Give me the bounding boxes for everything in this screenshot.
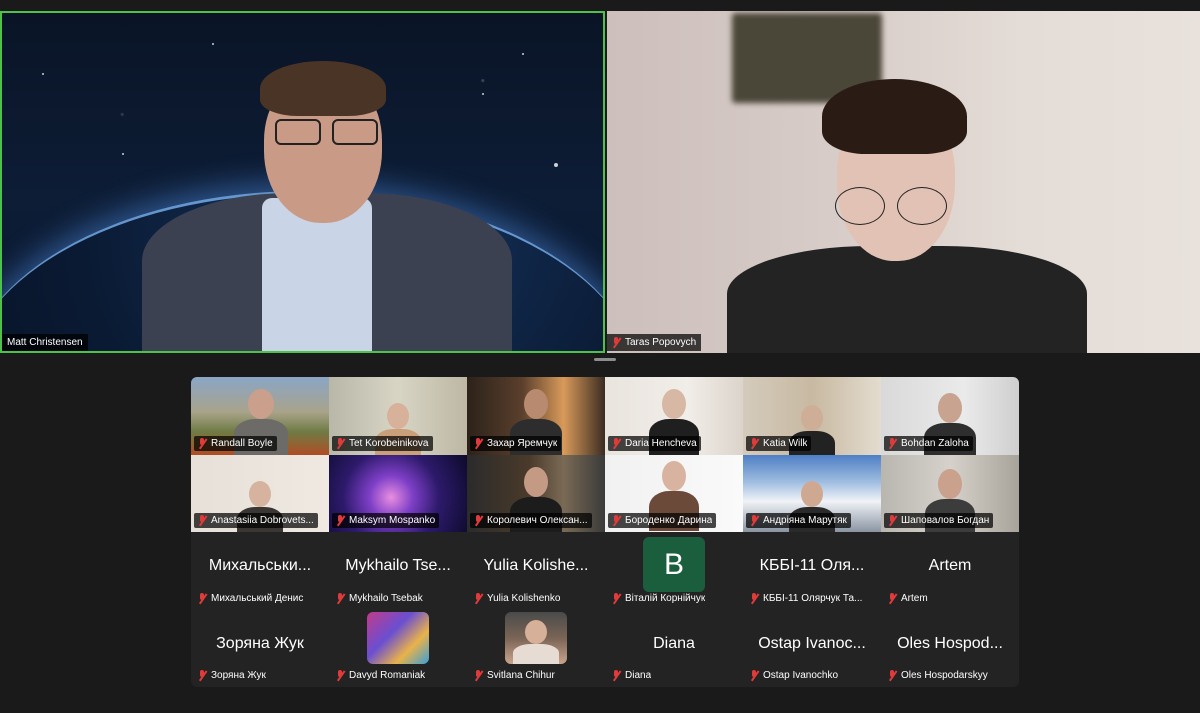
participant-name-tag: Yulia Kolishenko	[470, 591, 564, 606]
mic-muted-icon	[474, 515, 483, 526]
mic-muted-icon	[612, 592, 621, 604]
speaker-tile-active[interactable]: Matt Christensen	[0, 11, 605, 353]
participant-tile[interactable]: Зоряна Жук Зоряна Жук	[191, 609, 329, 687]
mic-muted-icon	[888, 670, 897, 681]
mic-muted-icon	[612, 670, 621, 681]
participant-name-tag: Михальський Денис	[194, 591, 307, 606]
participant-tile[interactable]: Ostap Ivanoc... Ostap Ivanochko	[743, 609, 881, 687]
participant-name-tag: Захар Яремчук	[470, 435, 562, 451]
mic-muted-icon	[750, 670, 759, 681]
participant-name-tag: Anastasiia Dobrovets...	[194, 513, 318, 528]
participant-name-tag: Bohdan Zaloha	[884, 435, 973, 451]
participant-name-tag: Daria Hencheva	[608, 435, 701, 451]
mic-muted-icon	[336, 592, 345, 604]
participant-name-tag: Randall Boyle	[194, 435, 277, 451]
speaker-video-person	[142, 53, 522, 351]
participant-name-tag: КББІ-11 Олярчук Та...	[746, 591, 866, 606]
participant-tile[interactable]: Randall Boyle	[191, 377, 329, 455]
mic-muted-icon	[474, 592, 483, 604]
participant-tile[interactable]: Daria Hencheva	[605, 377, 743, 455]
mic-muted-icon	[336, 437, 345, 449]
participant-name-tag: Davyd Romaniak	[332, 668, 429, 683]
participant-tile[interactable]: Андріяна Марутяк	[743, 454, 881, 532]
participant-tile[interactable]: Artem Artem	[881, 532, 1019, 610]
participant-tile[interactable]: Anastasiia Dobrovets...	[191, 454, 329, 532]
avatar-image	[367, 611, 429, 664]
mic-muted-icon	[888, 437, 897, 449]
speaker-video-person	[727, 71, 1087, 353]
participant-tile[interactable]: Svitlana Chihur	[467, 609, 605, 687]
participant-display-name: Ostap Ivanoc...	[758, 634, 866, 652]
mic-muted-icon	[474, 437, 483, 449]
speaker-view: Matt Christensen Taras Popovych	[0, 11, 1200, 353]
participant-tile[interactable]: Михальськи... Михальський Денис	[191, 532, 329, 610]
resize-handle[interactable]	[594, 358, 616, 361]
participant-tile[interactable]: Шаповалов Богдан	[881, 454, 1019, 532]
participant-tile[interactable]: Bohdan Zaloha	[881, 377, 1019, 455]
participant-name-tag: Андріяна Марутяк	[746, 513, 851, 528]
participant-name-tag: Зоряна Жук	[194, 668, 270, 683]
participant-name-tag: Ostap Ivanochko	[746, 668, 842, 683]
participant-tile[interactable]: Tet Korobeinikova	[329, 377, 467, 455]
participant-display-name: КББІ-11 Оля...	[759, 557, 865, 574]
participant-tile[interactable]: Katia Wilk	[743, 377, 881, 455]
participant-name-tag: Diana	[608, 668, 655, 683]
participant-tile[interactable]: Diana Diana	[605, 609, 743, 687]
participant-tile[interactable]: B Віталій Корнійчук	[605, 532, 743, 610]
participant-display-name: Oles Hospod...	[897, 634, 1003, 652]
participant-name-tag: Mykhailo Tsebak	[332, 591, 427, 606]
mic-muted-icon	[888, 592, 897, 604]
participant-display-name: Artem	[928, 557, 972, 574]
participant-tile[interactable]: Mykhailo Tse... Mykhailo Tsebak	[329, 532, 467, 610]
participant-name-tag: Katia Wilk	[746, 435, 812, 451]
mic-muted-icon	[612, 515, 621, 526]
mic-muted-icon	[612, 337, 621, 348]
participant-name-tag: Бороденко Дарина	[608, 513, 717, 528]
participant-display-name: Mykhailo Tse...	[345, 557, 451, 574]
participant-tile[interactable]: Oles Hospod... Oles Hospodarskyy	[881, 609, 1019, 687]
avatar-initial: B	[643, 537, 705, 592]
participant-display-name: Diana	[653, 634, 695, 652]
participant-name-tag: Svitlana Chihur	[470, 668, 559, 683]
avatar-image	[505, 611, 567, 664]
participant-tile[interactable]: Бороденко Дарина	[605, 454, 743, 532]
participant-name-tag: Maksym Mospanko	[332, 513, 440, 528]
participant-tile[interactable]: Захар Яремчук	[467, 377, 605, 455]
mic-muted-icon	[750, 437, 759, 449]
participant-name-tag: Artem	[884, 591, 932, 606]
mic-muted-icon	[198, 592, 207, 604]
participant-display-name: Yulia Kolishe...	[483, 557, 589, 574]
gallery-grid: Randall Boyle Tet Korobeinikova Захар Яр…	[191, 377, 1019, 687]
mic-muted-icon	[888, 515, 897, 526]
participant-tile[interactable]: Davyd Romaniak	[329, 609, 467, 687]
mic-muted-icon	[612, 437, 621, 449]
mic-muted-icon	[336, 670, 345, 681]
speaker-tile[interactable]: Taras Popovych	[607, 11, 1200, 353]
mic-muted-icon	[750, 515, 759, 526]
speaker-name-tag: Matt Christensen	[2, 334, 88, 351]
participant-name-tag: Oles Hospodarskyy	[884, 668, 992, 683]
participant-display-name: Михальськи...	[208, 557, 312, 574]
participant-name-tag: Віталій Корнійчук	[608, 591, 709, 606]
participant-name-tag: Шаповалов Богдан	[884, 513, 994, 528]
participant-tile[interactable]: Королевич Олексан...	[467, 454, 605, 532]
speaker-name-tag: Taras Popovych	[607, 334, 702, 351]
participant-name-tag: Tet Korobeinikova	[332, 435, 433, 451]
participant-name-tag: Королевич Олексан...	[470, 513, 592, 528]
mic-muted-icon	[336, 515, 345, 526]
participant-tile[interactable]: Maksym Mospanko	[329, 454, 467, 532]
participant-display-name: Зоряна Жук	[216, 634, 304, 652]
participant-tile[interactable]: Yulia Kolishe... Yulia Kolishenko	[467, 532, 605, 610]
mic-muted-icon	[198, 670, 207, 681]
mic-muted-icon	[474, 670, 483, 681]
mic-muted-icon	[750, 592, 759, 604]
meeting-window: Matt Christensen Taras Popovych Randall …	[0, 0, 1200, 713]
mic-muted-icon	[198, 515, 207, 526]
mic-muted-icon	[198, 437, 207, 449]
participant-tile[interactable]: КББІ-11 Оля... КББІ-11 Олярчук Та...	[743, 532, 881, 610]
